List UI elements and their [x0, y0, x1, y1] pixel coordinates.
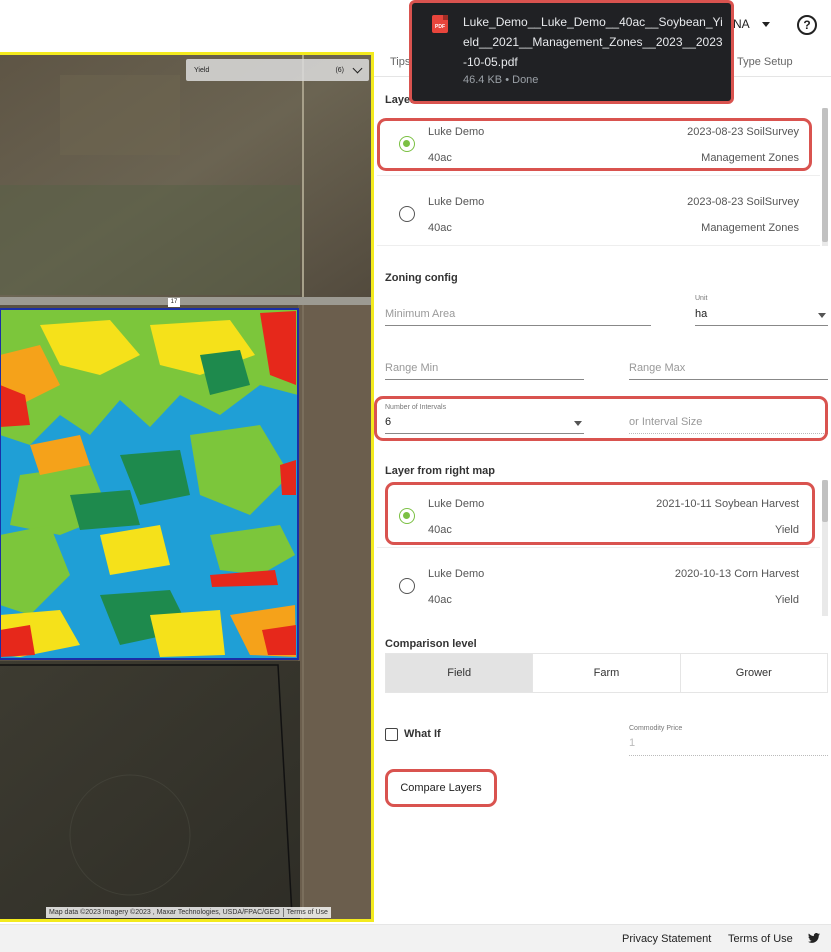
- twitter-icon[interactable]: [808, 933, 820, 943]
- scrollbar-thumb[interactable]: [822, 108, 828, 242]
- map-terms-link[interactable]: Terms of Use: [284, 909, 331, 916]
- layer-name: Luke Demo: [428, 126, 485, 138]
- comparison-grower-button[interactable]: Grower: [680, 654, 827, 692]
- number-of-intervals-select[interactable]: Number of Intervals 6: [385, 402, 584, 434]
- unit-label: Unit: [695, 295, 708, 302]
- radio-selected[interactable]: [399, 136, 415, 152]
- minimum-area-placeholder: Minimum Area: [385, 308, 456, 320]
- unit-value: ha: [695, 308, 708, 320]
- chevron-down-icon: [352, 63, 363, 73]
- commodity-price-label: Commodity Price: [629, 725, 683, 732]
- layer-date: 2023-08-23 SoilSurvey: [687, 126, 799, 138]
- field-underline: [695, 325, 828, 326]
- map-imagery: [0, 55, 371, 919]
- legend-count: (6): [335, 66, 344, 74]
- layer-name: Luke Demo: [428, 498, 485, 510]
- field-underline: [385, 433, 584, 434]
- layer-acres: 40ac: [428, 524, 452, 536]
- comparison-field-button[interactable]: Field: [386, 654, 534, 692]
- zoning-heading: Zoning config: [385, 272, 458, 284]
- compare-layers-button[interactable]: Compare Layers: [390, 777, 492, 799]
- user-menu-label: NA: [733, 17, 750, 31]
- range-max-field[interactable]: Range Max: [629, 356, 828, 380]
- layer-acres: 40ac: [428, 152, 452, 164]
- layer-type: Yield: [774, 594, 799, 606]
- layer-date: 2021-10-11 Soybean Harvest: [656, 498, 799, 510]
- download-meta: 46.4 KB • Done: [463, 74, 538, 86]
- footer: Privacy Statement Terms of Use: [0, 924, 831, 952]
- scrollbar-thumb[interactable]: [822, 480, 828, 522]
- right-layer-heading: Layer from right map: [385, 465, 496, 477]
- user-menu[interactable]: NA: [733, 17, 770, 31]
- dropdown-icon: [818, 313, 826, 318]
- layer-card[interactable]: Luke Demo 40ac 2021-10-11 Soybean Harves…: [377, 480, 820, 548]
- intervals-label: Number of Intervals: [385, 404, 447, 411]
- attribution-text: Map data ©2023 Imagery ©2023 , Maxar Tec…: [49, 909, 280, 916]
- minimum-area-field[interactable]: Minimum Area: [385, 302, 651, 326]
- layer-acres: 40ac: [428, 222, 452, 234]
- yield-heatmap: [0, 308, 299, 660]
- app-root: NA ? Yield (6) 17 Map data ©2023 Imagery…: [0, 0, 831, 952]
- map-attribution: Map data ©2023 Imagery ©2023 , Maxar Tec…: [46, 907, 331, 918]
- legend-title: Yield: [194, 66, 210, 74]
- right-layer-list: Luke Demo 40ac 2021-10-11 Soybean Harves…: [377, 480, 828, 616]
- field-underline: [629, 755, 828, 756]
- map-legend-dropdown[interactable]: Yield (6): [186, 59, 369, 81]
- commodity-price-field[interactable]: Commodity Price 1: [629, 725, 828, 757]
- left-list-scrollbar[interactable]: [822, 108, 828, 246]
- right-list-scrollbar[interactable]: [822, 480, 828, 616]
- range-min-placeholder: Range Min: [385, 362, 439, 374]
- compare-panel: Tips g Type Setup Layer Luke Demo 40ac 2…: [374, 52, 831, 924]
- interval-size-field[interactable]: or Interval Size: [629, 410, 828, 434]
- layer-type: Management Zones: [701, 152, 799, 164]
- what-if-label: What If: [404, 728, 441, 740]
- layer-type: Management Zones: [701, 222, 799, 234]
- layer-date: 2020-10-13 Corn Harvest: [674, 568, 799, 580]
- download-size: 46.4 KB: [463, 74, 503, 86]
- terms-link[interactable]: Terms of Use: [728, 933, 793, 945]
- commodity-price-value: 1: [629, 737, 636, 749]
- field-underline: [629, 379, 828, 380]
- unit-select[interactable]: Unit ha: [695, 295, 828, 326]
- download-popup[interactable]: PDF Luke_Demo__Luke_Demo__40ac__Soybean_…: [409, 0, 734, 104]
- tab-tips[interactable]: Tips: [390, 56, 410, 68]
- layer-type: Yield: [774, 524, 799, 536]
- field-underline: [385, 325, 651, 326]
- layer-acres: 40ac: [428, 594, 452, 606]
- map-view[interactable]: Yield (6) 17 Map data ©2023 Imagery ©202…: [0, 52, 374, 922]
- range-min-field[interactable]: Range Min: [385, 356, 584, 380]
- layer-name: Luke Demo: [428, 568, 485, 580]
- intervals-value: 6: [385, 416, 392, 428]
- left-layer-list: Luke Demo 40ac 2023-08-23 SoilSurvey Man…: [377, 108, 828, 246]
- field-underline: [385, 379, 584, 380]
- tab-type-setup[interactable]: g Type Setup: [728, 56, 793, 68]
- range-max-placeholder: Range Max: [629, 362, 686, 374]
- road-label: 17: [168, 298, 180, 307]
- layer-name: Luke Demo: [428, 196, 485, 208]
- download-filename[interactable]: Luke_Demo__Luke_Demo__40ac__Soybean_Yiel…: [463, 12, 725, 72]
- radio-unselected[interactable]: [399, 578, 415, 594]
- what-if-checkbox[interactable]: [385, 728, 398, 741]
- layer-date: 2023-08-23 SoilSurvey: [687, 196, 799, 208]
- comparison-farm-button[interactable]: Farm: [533, 654, 681, 692]
- comparison-heading: Comparison level: [385, 638, 477, 650]
- download-status: Done: [512, 74, 539, 86]
- field-underline: [629, 433, 828, 434]
- privacy-link[interactable]: Privacy Statement: [622, 933, 711, 945]
- layer-card[interactable]: Luke Demo 40ac 2023-08-23 SoilSurvey Man…: [377, 178, 820, 246]
- radio-selected[interactable]: [399, 508, 415, 524]
- comparison-level-toggle: Field Farm Grower: [385, 653, 828, 693]
- help-icon[interactable]: ?: [797, 15, 817, 35]
- radio-unselected[interactable]: [399, 206, 415, 222]
- layer-card[interactable]: Luke Demo 40ac 2023-08-23 SoilSurvey Man…: [377, 108, 820, 176]
- dropdown-icon: [574, 421, 582, 426]
- layer-card[interactable]: Luke Demo 40ac 2020-10-13 Corn Harvest Y…: [377, 550, 820, 616]
- caret-down-icon: [761, 21, 770, 27]
- pdf-file-icon: PDF: [432, 15, 448, 33]
- interval-size-placeholder: or Interval Size: [629, 416, 703, 428]
